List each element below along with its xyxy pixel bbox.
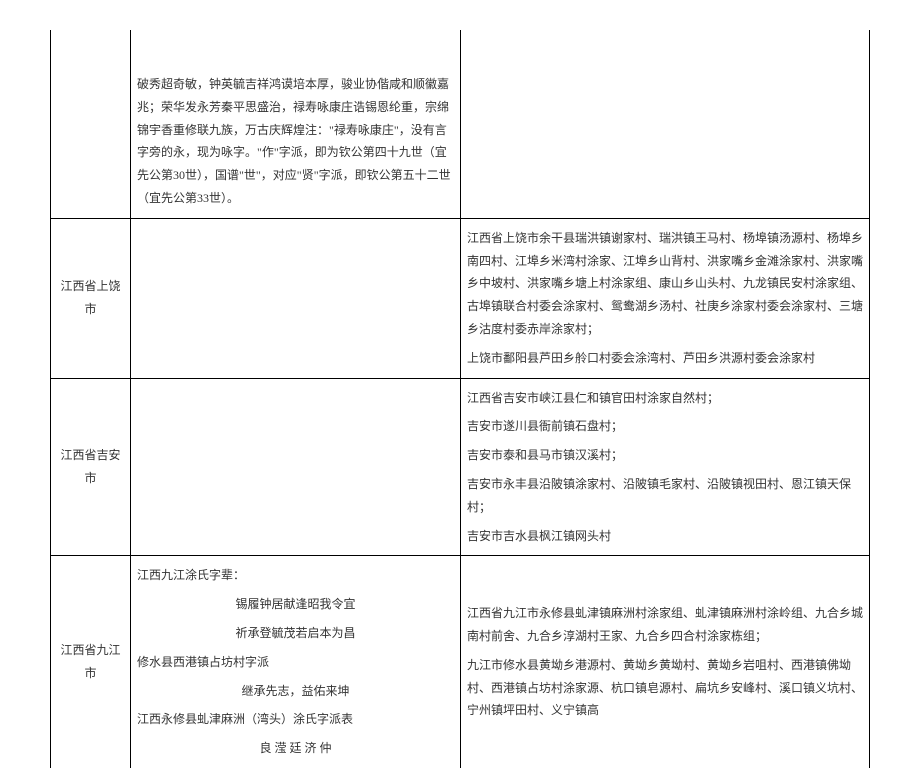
- cell-1-villages: 江西省上饶市余干县瑞洪镇谢家村、瑞洪镇王马村、杨埠镇汤源村、杨埠乡南四村、江埠乡…: [461, 218, 870, 378]
- village-text: 吉安市永丰县沿陂镇涂家村、沿陂镇毛家村、沿陂镇视田村、恩江镇天保村；: [467, 473, 863, 519]
- village-text: 江西省吉安市峡江县仁和镇官田村涂家自然村；: [467, 387, 863, 410]
- cell-0-generation: 破秀超奇敏，钟英毓吉祥鸿谟培本厚，骏业协偕咸和顺徽嘉兆；荣华发永芳秦平思盛治，禄…: [131, 30, 461, 218]
- generation-text: 破秀超奇敏，钟英毓吉祥鸿谟培本厚，骏业协偕咸和顺徽嘉兆；荣华发永芳秦平思盛治，禄…: [137, 73, 454, 210]
- cell-3-region: 江西省九江市: [51, 556, 131, 768]
- cell-1-region: 江西省上饶市: [51, 218, 131, 378]
- village-text: 吉安市遂川县衙前镇石盘村；: [467, 415, 863, 438]
- generation-text: 继承先志，益佑来坤: [137, 680, 454, 703]
- cell-1-generation: [131, 218, 461, 378]
- cell-2-region: 江西省吉安市: [51, 378, 131, 556]
- village-text: 江西省九江市永修县虬津镇麻洲村涂家组、虬津镇麻洲村涂岭组、九合乡城南村前舍、九合…: [467, 602, 863, 648]
- cell-2-generation: [131, 378, 461, 556]
- village-text: 江西省上饶市余干县瑞洪镇谢家村、瑞洪镇王马村、杨埠镇汤源村、杨埠乡南四村、江埠乡…: [467, 227, 863, 341]
- village-text: 吉安市吉水县枫江镇网头村: [467, 525, 863, 548]
- cell-3-generation: 江西九江涂氏字辈： 锡履钟居献逢昭我令宜 祈承登毓茂若启本为昌 修水县西港镇占坊…: [131, 556, 461, 768]
- generation-text: 锡履钟居献逢昭我令宜: [137, 593, 454, 616]
- generation-text: 修水县西港镇占坊村字派: [137, 651, 454, 674]
- village-text: 吉安市泰和县马市镇汉溪村；: [467, 444, 863, 467]
- generation-text: 江西九江涂氏字辈：: [137, 564, 454, 587]
- cell-2-villages: 江西省吉安市峡江县仁和镇官田村涂家自然村； 吉安市遂川县衙前镇石盘村； 吉安市泰…: [461, 378, 870, 556]
- generation-text: 江西永修县虬津麻洲（湾头）涂氏字派表: [137, 708, 454, 731]
- cell-0-villages: [461, 30, 870, 218]
- cell-3-villages: 江西省九江市永修县虬津镇麻洲村涂家组、虬津镇麻洲村涂岭组、九合乡城南村前舍、九合…: [461, 556, 870, 768]
- generation-text: 良 滢 廷 济 仲: [137, 737, 454, 760]
- village-text: 九江市修水县黄坳乡港源村、黄坳乡黄坳村、黄坳乡岩咀村、西港镇佛坳村、西港镇占坊村…: [467, 654, 863, 722]
- village-text: 上饶市鄱阳县芦田乡舲口村委会涂湾村、芦田乡洪源村委会涂家村: [467, 347, 863, 370]
- cell-0-region: [51, 30, 131, 218]
- generation-text: 祈承登毓茂若启本为昌: [137, 622, 454, 645]
